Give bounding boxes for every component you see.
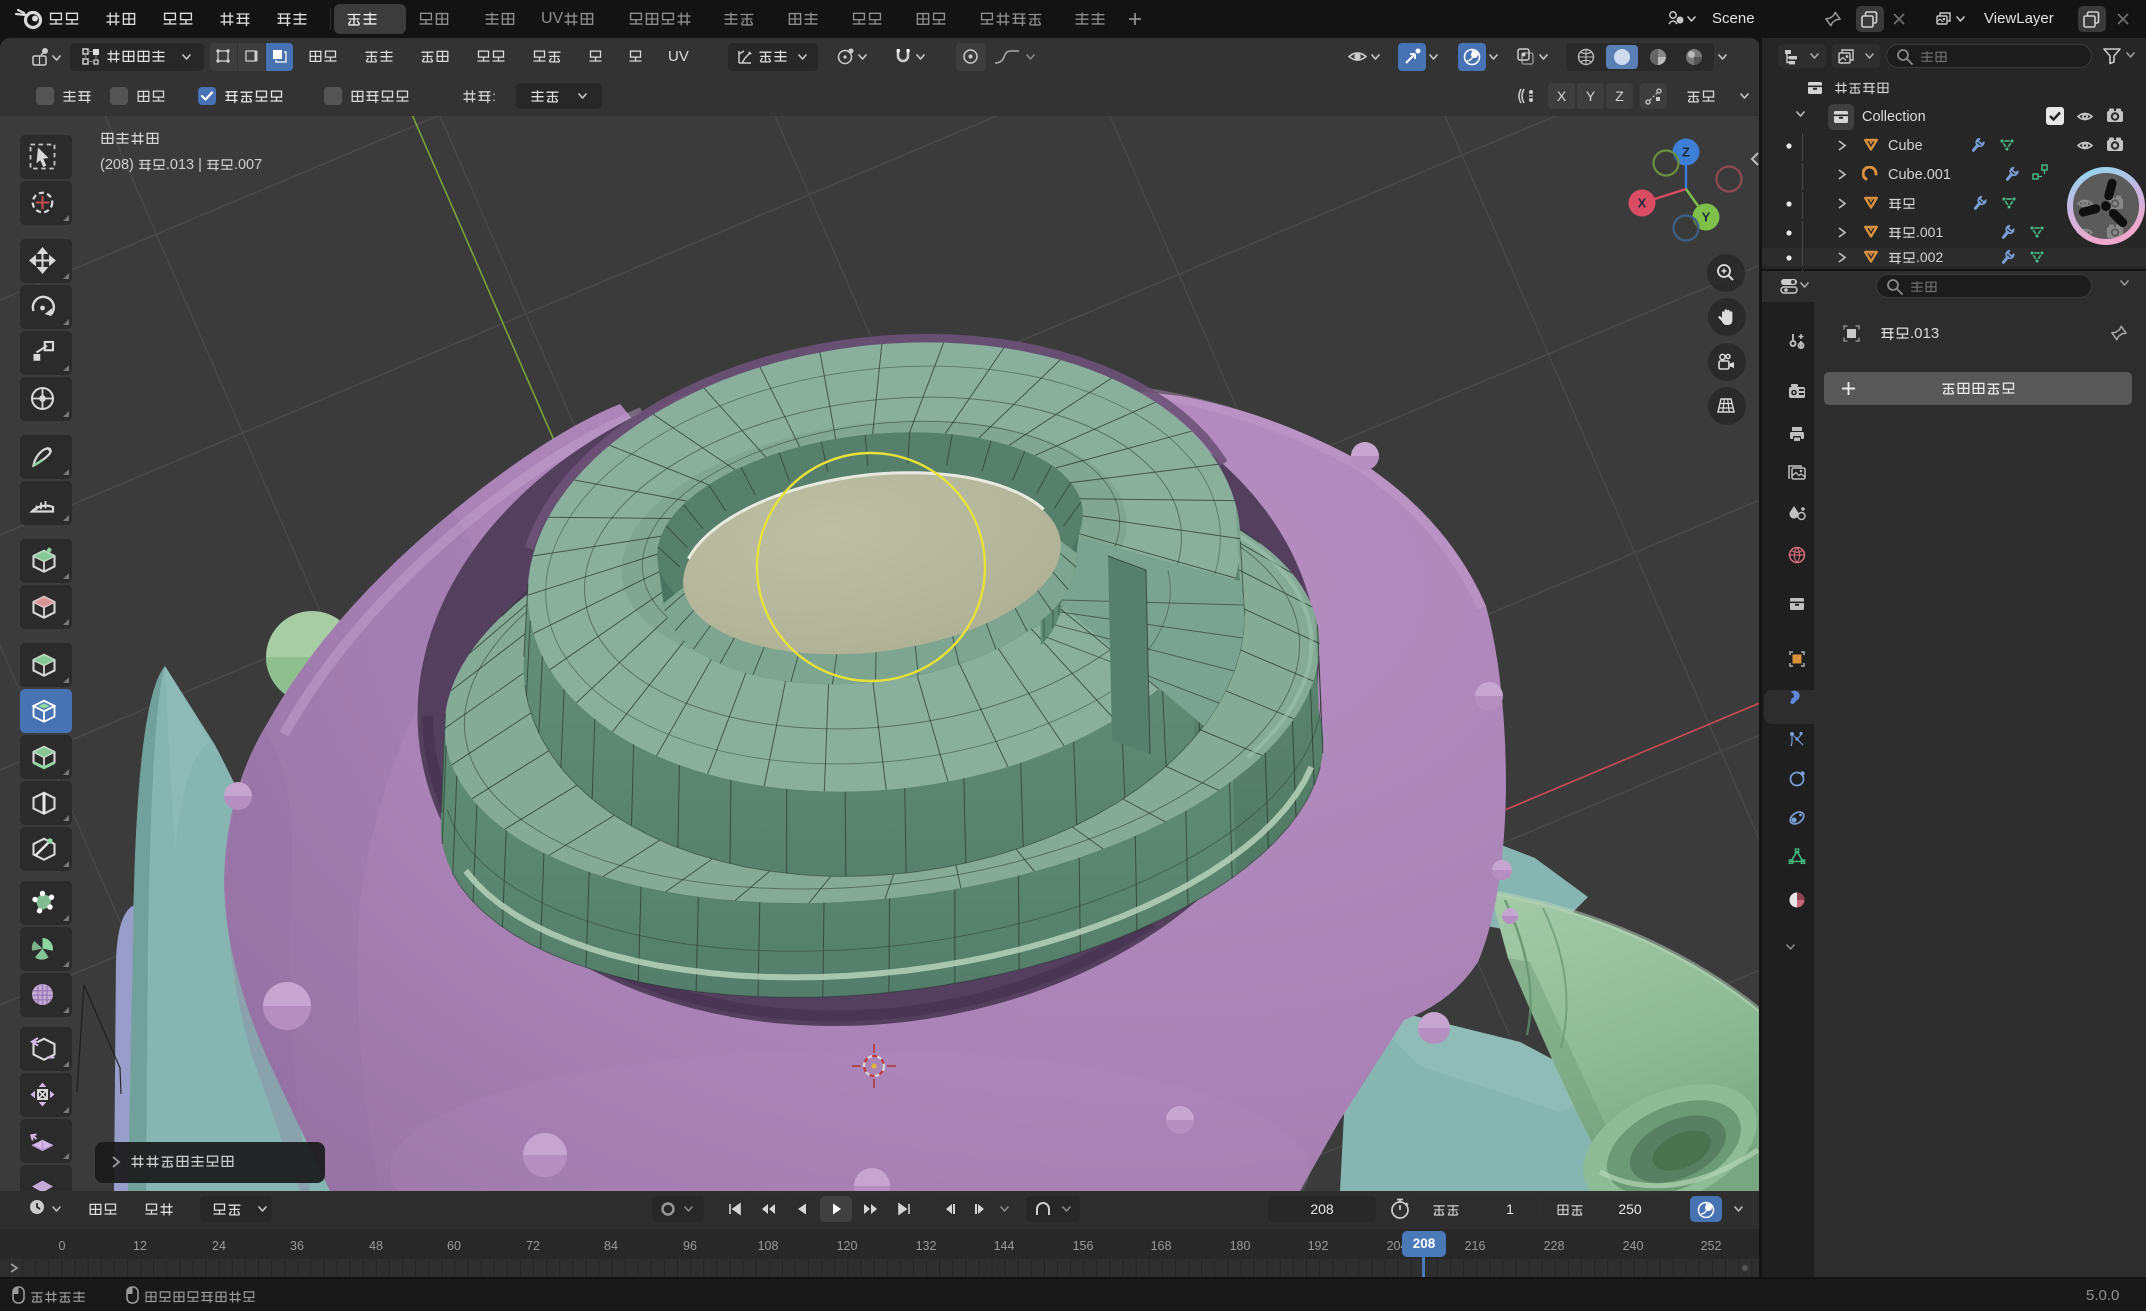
svg-text:X: X <box>1638 196 1647 211</box>
svg-text:Y: Y <box>1702 210 1711 225</box>
svg-text:Z: Z <box>1682 145 1690 160</box>
